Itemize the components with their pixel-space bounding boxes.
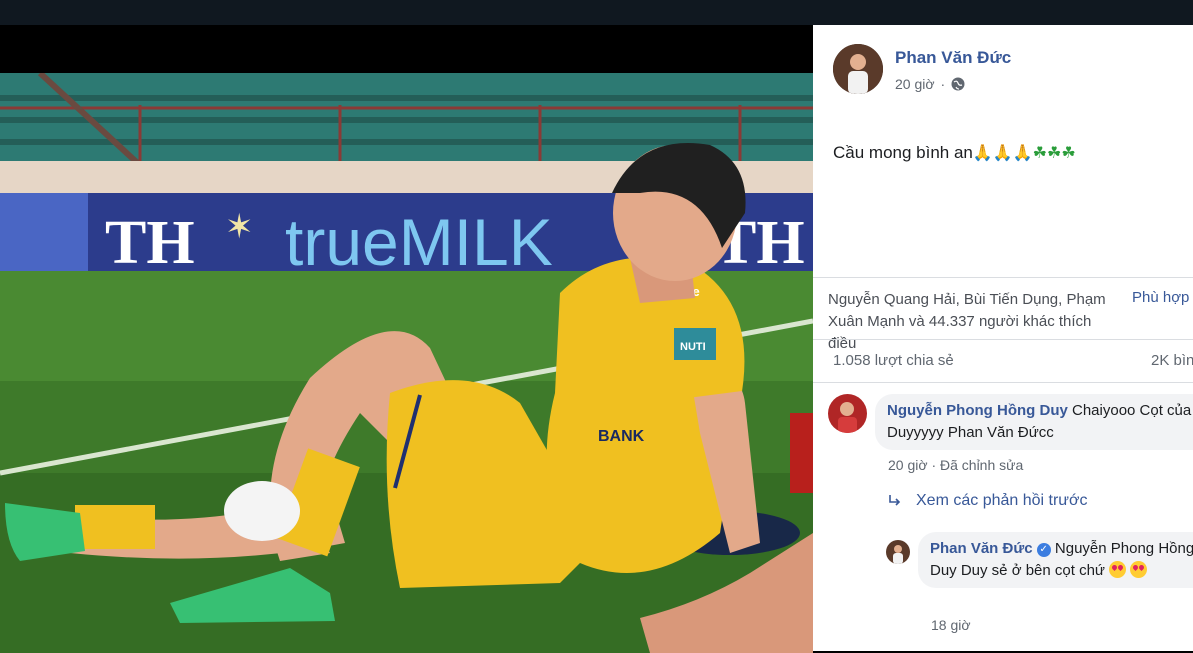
banner-main-text: trueMILK <box>285 205 553 279</box>
globe-icon[interactable] <box>951 77 965 91</box>
reply-bubble: Phan Văn Đức ✓ Nguyễn Phong Hồng Duy Duy… <box>918 532 1193 588</box>
clover-emoji-icon: ☘ <box>1032 145 1047 162</box>
separator-dot: · <box>931 457 937 473</box>
photo-illustration: TH ✶ trueMILK TH NUTI BANK <box>0 73 813 653</box>
clover-emoji-icon: ☘ <box>1047 145 1062 162</box>
chest-text: BANK <box>598 428 645 445</box>
comment-meta: 20 giờ · Đã chỉnh sửa <box>888 457 1023 473</box>
author-avatar[interactable] <box>833 44 883 94</box>
separator-dot: · <box>940 76 946 92</box>
comments-count[interactable]: 2K bìn <box>1151 352 1193 369</box>
pray-emoji-icon: 🙏 <box>1012 145 1033 162</box>
view-previous-replies-link[interactable]: Xem các phản hồi trước <box>888 492 1088 510</box>
comment-author[interactable]: Nguyễn Phong Hồng Duy <box>887 402 1068 419</box>
banner-left-text: TH <box>105 209 195 277</box>
reply-arrow-icon <box>889 495 901 506</box>
post-side-panel: Phan Văn Đức 20 giờ · Cầu mong bình an🙏🙏… <box>813 25 1193 651</box>
pray-emoji-icon: 🙏 <box>992 145 1013 162</box>
shares-count[interactable]: 1.058 lượt chia sẻ <box>833 352 954 369</box>
pray-emoji-icon: 🙏 <box>972 145 993 162</box>
reactions-summary[interactable]: Nguyễn Quang Hải, Bùi Tiến Dụng, Phạm Xu… <box>828 289 1113 355</box>
sponsor-badge-text: NUTI <box>680 341 706 353</box>
reply-author-avatar[interactable] <box>886 540 910 564</box>
post-body: Cầu mong bình an🙏🙏🙏☘☘☘ <box>833 143 1076 163</box>
reply-time[interactable]: 18 giờ <box>931 617 971 633</box>
comment-edited[interactable]: Đã chỉnh sửa <box>940 457 1023 473</box>
post-time-text[interactable]: 20 giờ <box>895 76 935 92</box>
heart-eyes-emoji-icon <box>1130 561 1148 578</box>
post-body-text: Cầu mong bình an <box>833 143 973 162</box>
svg-text:✶: ✶ <box>225 209 254 246</box>
verified-badge-icon: ✓ <box>1036 543 1051 557</box>
top-bar <box>0 0 1193 25</box>
post-timestamp: 20 giờ · <box>895 76 965 92</box>
post-author-name[interactable]: Phan Văn Đức <box>895 48 1011 68</box>
comment-bubble: Nguyễn Phong Hồng Duy Chaiyooo Cọt của D… <box>875 394 1193 450</box>
divider <box>813 277 1193 278</box>
comment-time[interactable]: 20 giờ <box>888 457 928 473</box>
sort-relevance-button[interactable]: Phù hợp <box>1132 289 1189 306</box>
clover-emoji-icon: ☘ <box>1061 145 1076 162</box>
photo-viewer: TH ✶ trueMILK TH NUTI BANK <box>0 25 813 653</box>
view-previous-replies-label: Xem các phản hồi trước <box>916 492 1088 509</box>
post-photo[interactable]: TH ✶ trueMILK TH NUTI BANK <box>0 73 813 653</box>
divider <box>813 382 1193 383</box>
person-icon <box>828 394 867 433</box>
commenter-avatar[interactable] <box>828 394 867 433</box>
heart-eyes-emoji-icon <box>1109 561 1127 578</box>
reply-author[interactable]: Phan Văn Đức <box>930 540 1033 557</box>
divider <box>813 339 1193 340</box>
person-icon <box>886 540 910 564</box>
person-icon <box>833 44 883 94</box>
